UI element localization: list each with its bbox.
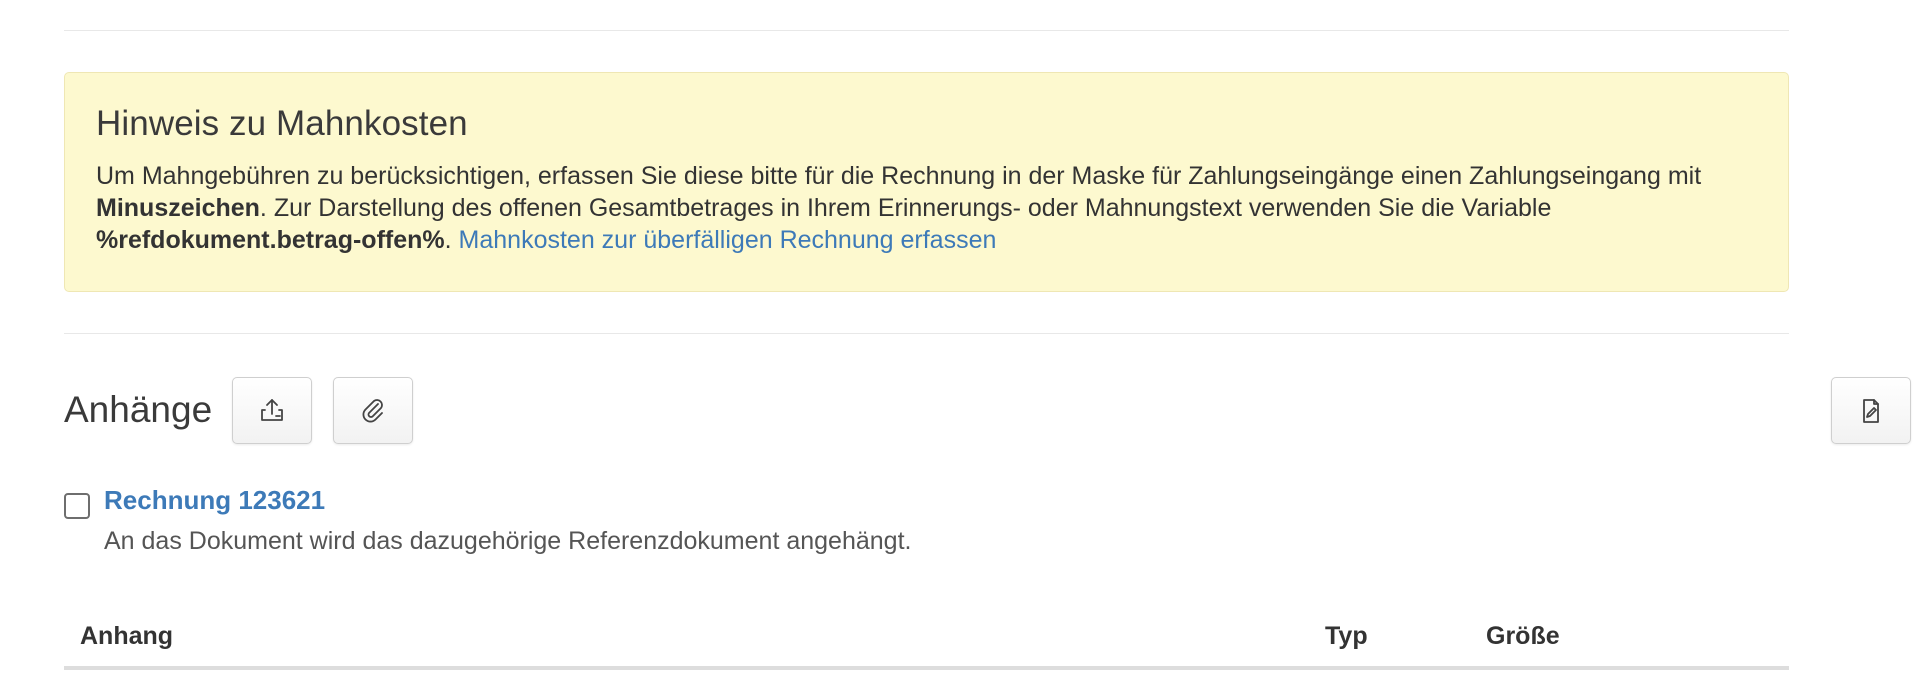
mahnkosten-notice: Hinweis zu Mahnkosten Um Mahngebühren zu… (64, 72, 1789, 292)
edit-document-button[interactable] (1831, 377, 1911, 444)
upload-attachment-button[interactable] (232, 376, 313, 444)
attachments-title: Anhänge (64, 389, 213, 430)
mahnkosten-erfassen-link[interactable]: Mahnkosten zur überfälligen Rechnung erf… (459, 226, 997, 254)
paperclip-icon (362, 399, 384, 423)
attach-file-button[interactable] (333, 376, 414, 444)
upload-icon (261, 399, 284, 421)
notice-bold-variable: %refdokument.betrag-offen% (96, 226, 445, 254)
reference-document-link[interactable]: Rechnung 123621 (104, 483, 325, 517)
reference-document-description: An das Dokument wird das dazugehörige Re… (104, 527, 912, 555)
attachments-header: Anhänge (64, 376, 434, 444)
attachments-table-header: Anhang Typ Größe (64, 612, 1789, 670)
notice-title: Hinweis zu Mahnkosten (96, 104, 468, 143)
file-edit-icon (1863, 398, 1879, 423)
top-divider (64, 30, 1789, 31)
notice-text-part-3: . (444, 226, 459, 254)
notice-text-part-2: . Zur Darstellung des offenen Gesamtbetr… (259, 194, 1552, 222)
notice-bold-minus: Minuszeichen (96, 194, 260, 222)
column-header-anhang[interactable]: Anhang (80, 620, 173, 652)
column-header-typ[interactable]: Typ (1325, 620, 1368, 652)
section-divider (64, 333, 1789, 334)
notice-text: Um Mahngebühren zu berücksichtigen, erfa… (96, 160, 1757, 256)
notice-text-part-1: Um Mahngebühren zu berücksichtigen, erfa… (96, 162, 1702, 190)
reference-document-checkbox[interactable] (64, 493, 90, 519)
column-header-groesse[interactable]: Größe (1486, 620, 1560, 652)
